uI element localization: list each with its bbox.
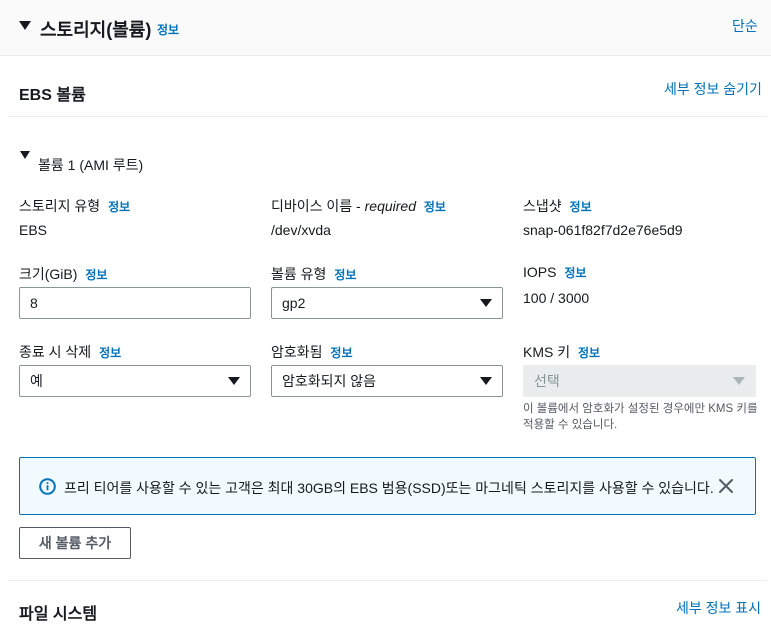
volume-type-select[interactable]: gp2 bbox=[271, 287, 503, 319]
device-name-value: /dev/xvda bbox=[271, 222, 331, 238]
dropdown-arrow-icon bbox=[228, 377, 240, 385]
size-label: 크기(GiB) 정보 bbox=[19, 266, 108, 282]
encrypted-select[interactable]: 암호화되지 않음 bbox=[271, 365, 503, 397]
kms-key-hint: 이 볼륨에서 암호화가 설정된 경우에만 KMS 키를 적용할 수 있습니다. bbox=[523, 403, 758, 431]
size-input[interactable]: 8 bbox=[19, 287, 251, 319]
volume-type-label: 볼륨 유형 정보 bbox=[271, 266, 357, 282]
section-info-link[interactable]: 정보 bbox=[157, 21, 179, 38]
kms-key-select: 선택 bbox=[523, 365, 756, 397]
hide-details-link[interactable]: 세부 정보 숨기기 bbox=[664, 79, 762, 99]
size-info-link[interactable]: 정보 bbox=[85, 268, 107, 282]
dropdown-arrow-icon bbox=[733, 377, 745, 385]
snapshot-value: snap-061f82f7d2e76e5d9 bbox=[523, 222, 683, 238]
free-tier-alert-text: 프리 티어를 사용할 수 있는 고객은 최대 30GB의 EBS 범용(SSD)… bbox=[64, 480, 714, 496]
kms-key-info-link[interactable]: 정보 bbox=[578, 346, 600, 360]
section-title[interactable]: 스토리지(볼륨) bbox=[40, 16, 151, 42]
info-circle-icon bbox=[39, 478, 56, 495]
ebs-volumes-title: EBS 볼륨 bbox=[19, 87, 86, 104]
kms-key-label: KMS 키 정보 bbox=[523, 344, 601, 360]
storage-type-info-link[interactable]: 정보 bbox=[108, 200, 130, 214]
add-volume-button[interactable]: 새 볼륨 추가 bbox=[19, 527, 131, 559]
volume-header[interactable]: 볼륨 1 (AMI 루트) bbox=[38, 155, 143, 175]
delete-on-termination-info-link[interactable]: 정보 bbox=[99, 346, 121, 360]
iops-label: IOPS 정보 bbox=[523, 264, 587, 280]
volume-expand-caret-icon[interactable] bbox=[20, 151, 30, 159]
iops-info-link[interactable]: 정보 bbox=[564, 266, 586, 280]
encrypted-label: 암호화됨 정보 bbox=[271, 344, 353, 360]
show-details-link[interactable]: 세부 정보 표시 bbox=[676, 598, 761, 618]
device-name-label: 디바이스 이름 - required 정보 bbox=[271, 198, 446, 214]
divider bbox=[8, 116, 767, 117]
file-system-title: 파일 시스템 bbox=[19, 606, 98, 623]
storage-type-label: 스토리지 유형 정보 bbox=[19, 198, 131, 214]
delete-on-termination-select[interactable]: 예 bbox=[19, 365, 251, 397]
delete-on-termination-label: 종료 시 삭제 정보 bbox=[19, 344, 122, 360]
dropdown-arrow-icon bbox=[480, 299, 492, 307]
close-icon[interactable] bbox=[718, 478, 734, 494]
storage-type-value: EBS bbox=[19, 222, 48, 238]
snapshot-label: 스냅샷 정보 bbox=[523, 198, 592, 214]
encrypted-info-link[interactable]: 정보 bbox=[330, 346, 352, 360]
simple-mode-link[interactable]: 단순 bbox=[732, 16, 758, 36]
divider bbox=[8, 580, 767, 581]
volume-type-info-link[interactable]: 정보 bbox=[334, 268, 356, 282]
snapshot-info-link[interactable]: 정보 bbox=[570, 200, 592, 214]
iops-value: 100 / 3000 bbox=[523, 290, 590, 306]
device-name-info-link[interactable]: 정보 bbox=[424, 200, 446, 214]
dropdown-arrow-icon bbox=[480, 377, 492, 385]
collapse-caret-icon[interactable] bbox=[19, 21, 31, 30]
